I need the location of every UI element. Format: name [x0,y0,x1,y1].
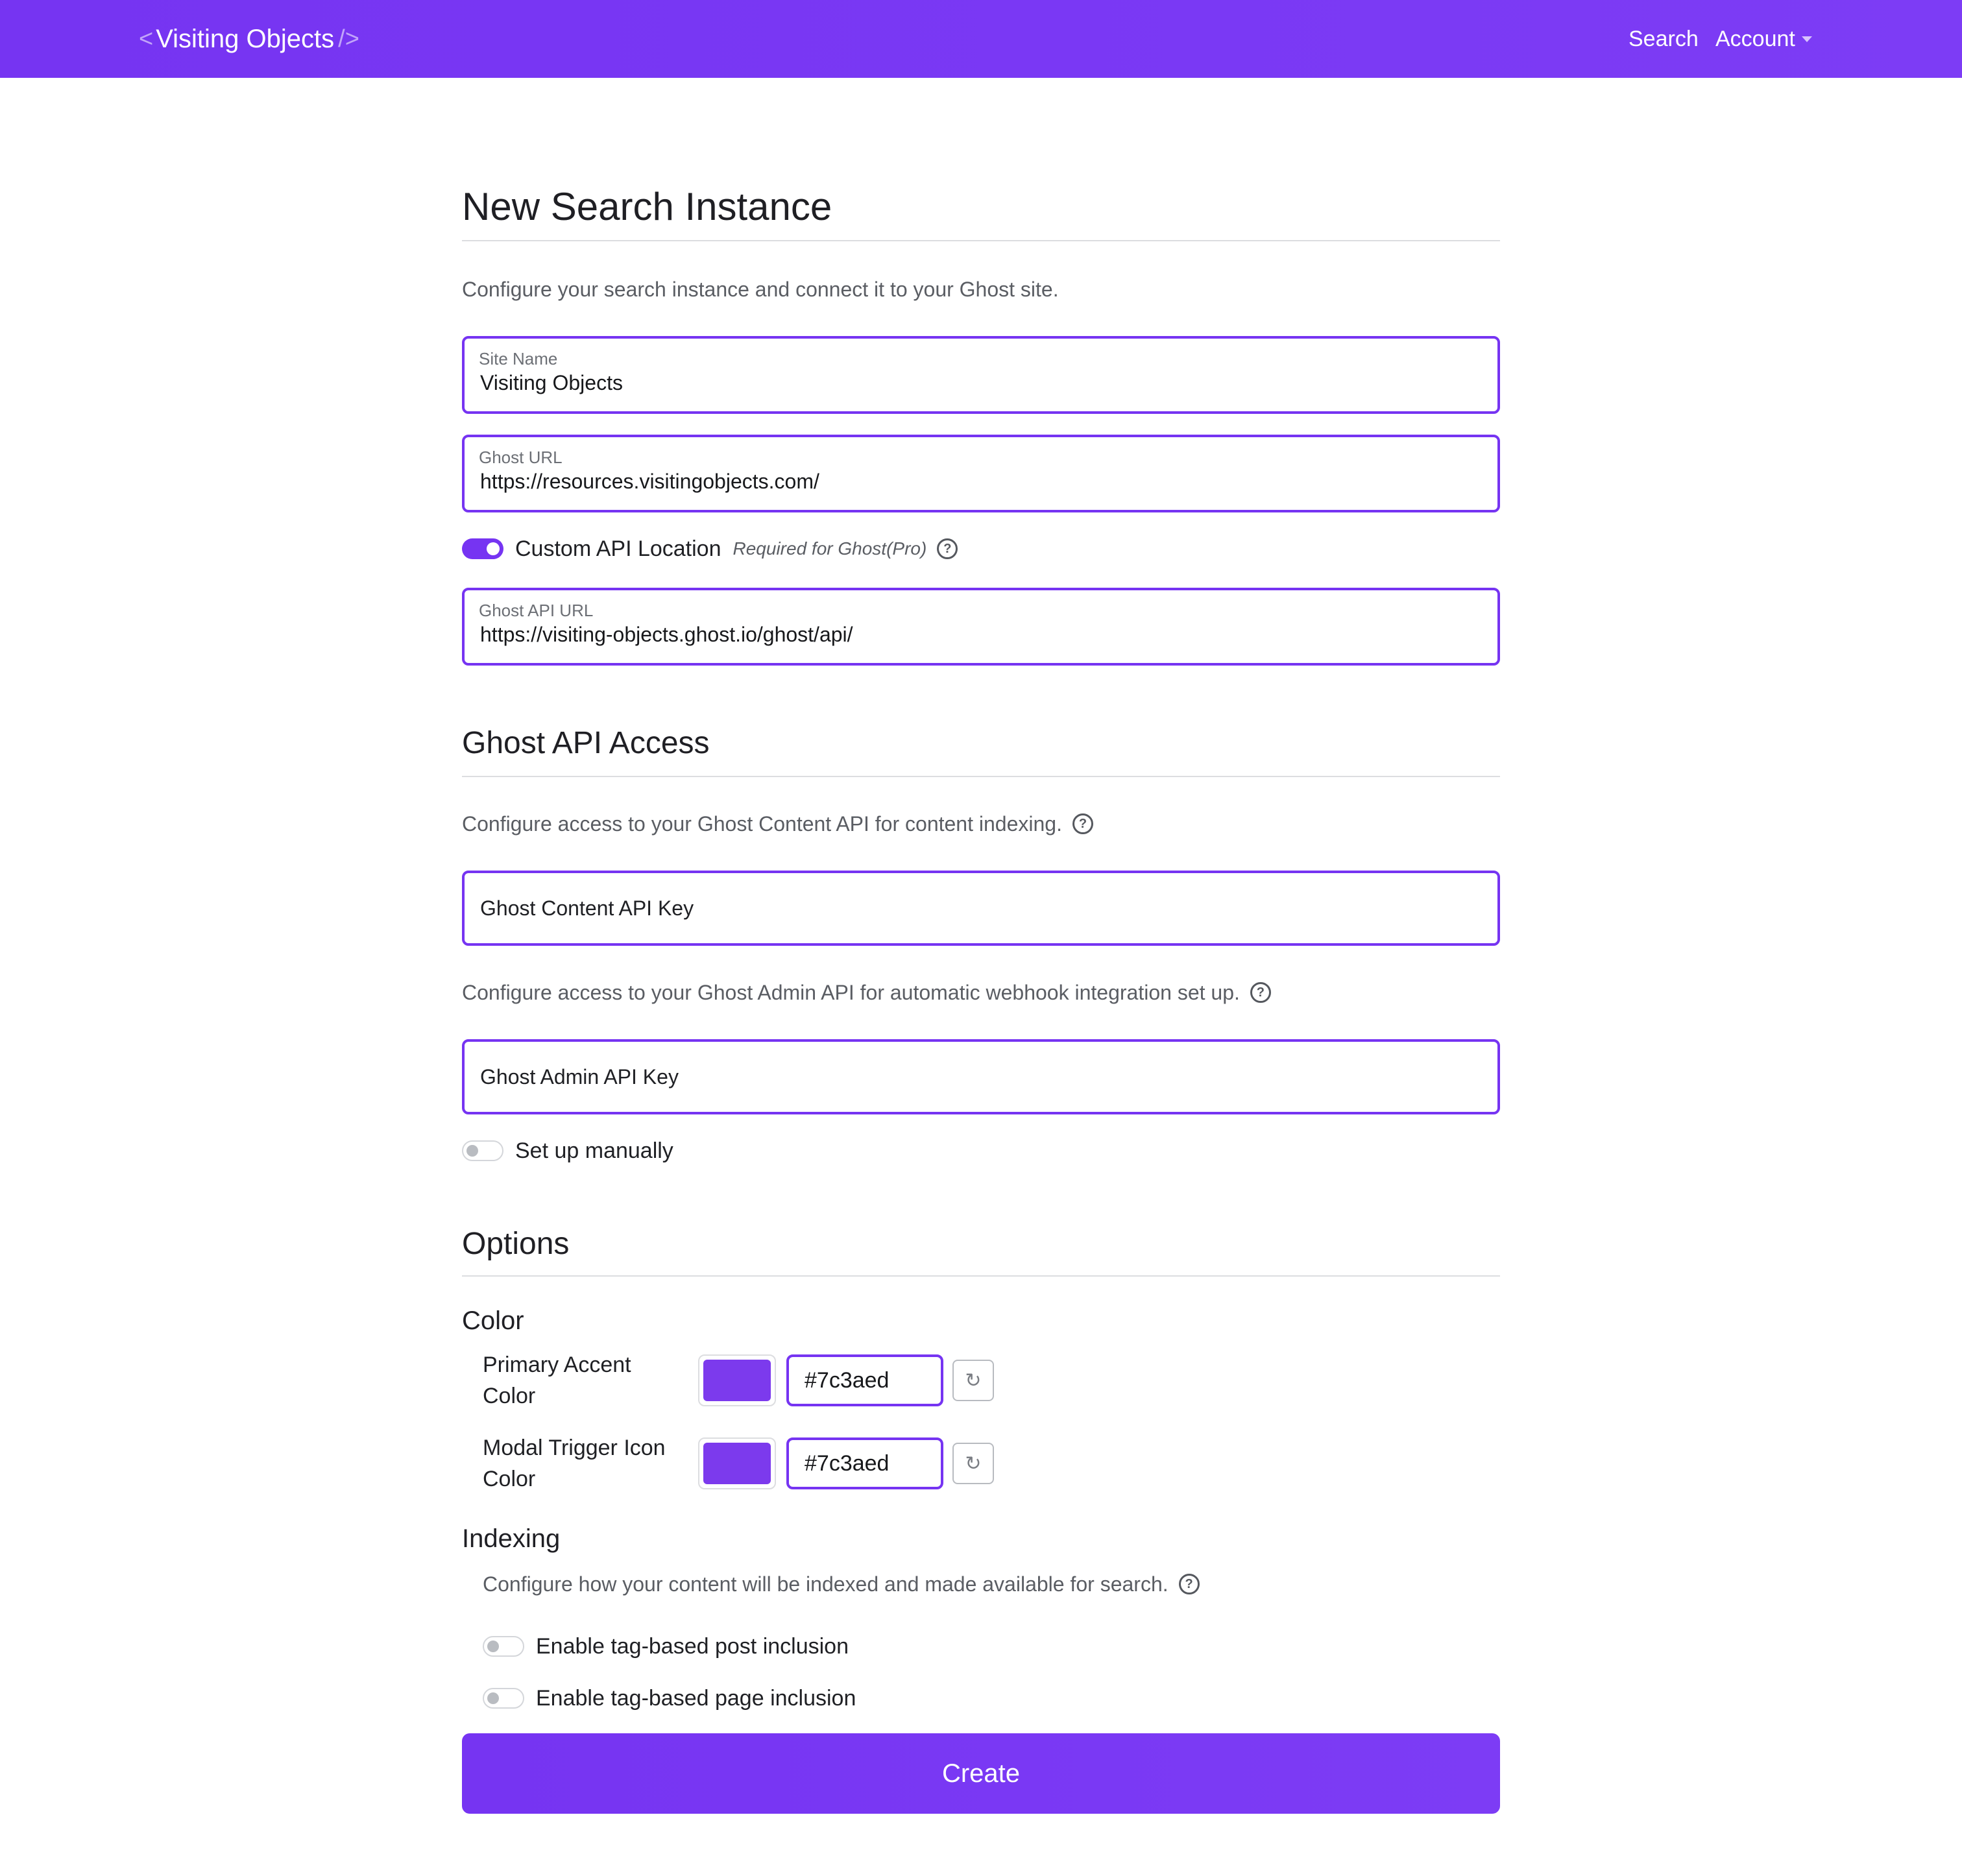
options-heading: Options [462,1227,570,1261]
options-divider [462,1275,1500,1277]
nav-search-link[interactable]: Search [1629,19,1699,58]
nav-account-dropdown[interactable]: Account [1715,19,1812,58]
nav-account-label: Account [1715,26,1795,51]
brand-open-bracket: < [139,25,154,53]
ghost-url-field[interactable]: Ghost URL https://resources.visitingobje… [462,435,1500,512]
modal-color-hex-value: #7c3aed [805,1450,890,1476]
indexing-heading: Indexing [462,1524,561,1553]
modal-color-hex-input[interactable]: #7c3aed [786,1437,943,1489]
ghost-url-label: Ghost URL [479,448,563,467]
site-name-label: Site Name [479,349,558,368]
title-divider [462,240,1500,241]
question-circle-icon[interactable]: ? [1072,813,1093,834]
tag-post-toggle-row: Enable tag-based post inclusion [483,1631,849,1662]
ghost-api-url-value: https://visiting-objects.ghost.io/ghost/… [480,623,853,646]
custom-api-note: Required for Ghost(Pro) [733,538,927,559]
admin-api-description-text: Configure access to your Ghost Admin API… [462,980,1240,1004]
primary-color-reset-button[interactable]: ↻ [952,1360,994,1401]
top-navbar: < Visiting Objects /> Search Account [0,0,1962,78]
brand-name: Visiting Objects [156,24,335,53]
primary-color-hex-input[interactable]: #7c3aed [786,1354,943,1406]
content-api-key-placeholder: Ghost Content API Key [480,896,694,920]
custom-api-switch[interactable] [462,538,503,559]
indexing-description-text: Configure how your content will be index… [483,1572,1169,1596]
question-circle-icon[interactable]: ? [937,538,958,559]
caret-down-icon [1801,36,1812,42]
page-title: New Search Instance [462,185,832,228]
site-name-field[interactable]: Site Name Visiting Objects [462,336,1500,414]
custom-api-toggle-row: Custom API Location Required for Ghost(P… [462,533,958,564]
tag-page-toggle-row: Enable tag-based page inclusion [483,1683,856,1714]
manual-setup-label: Set up manually [515,1138,673,1163]
reset-icon: ↻ [965,1369,982,1391]
api-access-heading: Ghost API Access [462,726,710,760]
question-circle-icon[interactable]: ? [1178,1574,1200,1594]
brand-close-bracket: /> [338,25,359,53]
ghost-api-url-label: Ghost API URL [479,601,594,620]
ghost-url-value: https://resources.visitingobjects.com/ [480,470,819,493]
primary-color-swatch-fill [703,1360,771,1401]
admin-api-description: Configure access to your Ghost Admin API… [462,978,1271,1007]
content-api-description: Configure access to your Ghost Content A… [462,810,1093,838]
create-button[interactable]: Create [462,1733,1500,1814]
modal-color-label: Modal Trigger Icon Color [483,1436,666,1491]
reset-icon: ↻ [965,1452,982,1474]
tag-page-switch[interactable] [483,1688,524,1709]
tag-post-switch[interactable] [483,1636,524,1657]
admin-api-key-input[interactable]: Ghost Admin API Key [462,1039,1500,1114]
primary-color-swatch[interactable] [698,1354,776,1406]
modal-color-swatch-fill [703,1443,771,1484]
brand-link[interactable]: < Visiting Objects /> [139,19,359,58]
content-api-key-input[interactable]: Ghost Content API Key [462,871,1500,946]
instance-description: Configure your search instance and conne… [462,275,1059,304]
modal-color-reset-button[interactable]: ↻ [952,1443,994,1484]
question-circle-icon[interactable]: ? [1250,982,1271,1003]
manual-setup-switch[interactable] [462,1140,503,1161]
primary-color-label: Primary Accent Color [483,1353,631,1408]
color-heading: Color [462,1306,524,1335]
ghost-api-url-field[interactable]: Ghost API URL https://visiting-objects.g… [462,588,1500,666]
primary-color-hex-value: #7c3aed [805,1367,890,1393]
custom-api-label: Custom API Location [515,536,721,561]
tag-post-label: Enable tag-based post inclusion [536,1633,849,1659]
modal-color-swatch[interactable] [698,1437,776,1489]
api-access-divider [462,776,1500,777]
admin-api-key-placeholder: Ghost Admin API Key [480,1065,679,1088]
tag-page-label: Enable tag-based page inclusion [536,1685,856,1711]
content-api-description-text: Configure access to your Ghost Content A… [462,812,1062,836]
instance-description-text: Configure your search instance and conne… [462,277,1059,301]
manual-setup-toggle-row: Set up manually [462,1135,673,1166]
site-name-value: Visiting Objects [480,371,623,394]
indexing-description: Configure how your content will be index… [483,1570,1200,1598]
